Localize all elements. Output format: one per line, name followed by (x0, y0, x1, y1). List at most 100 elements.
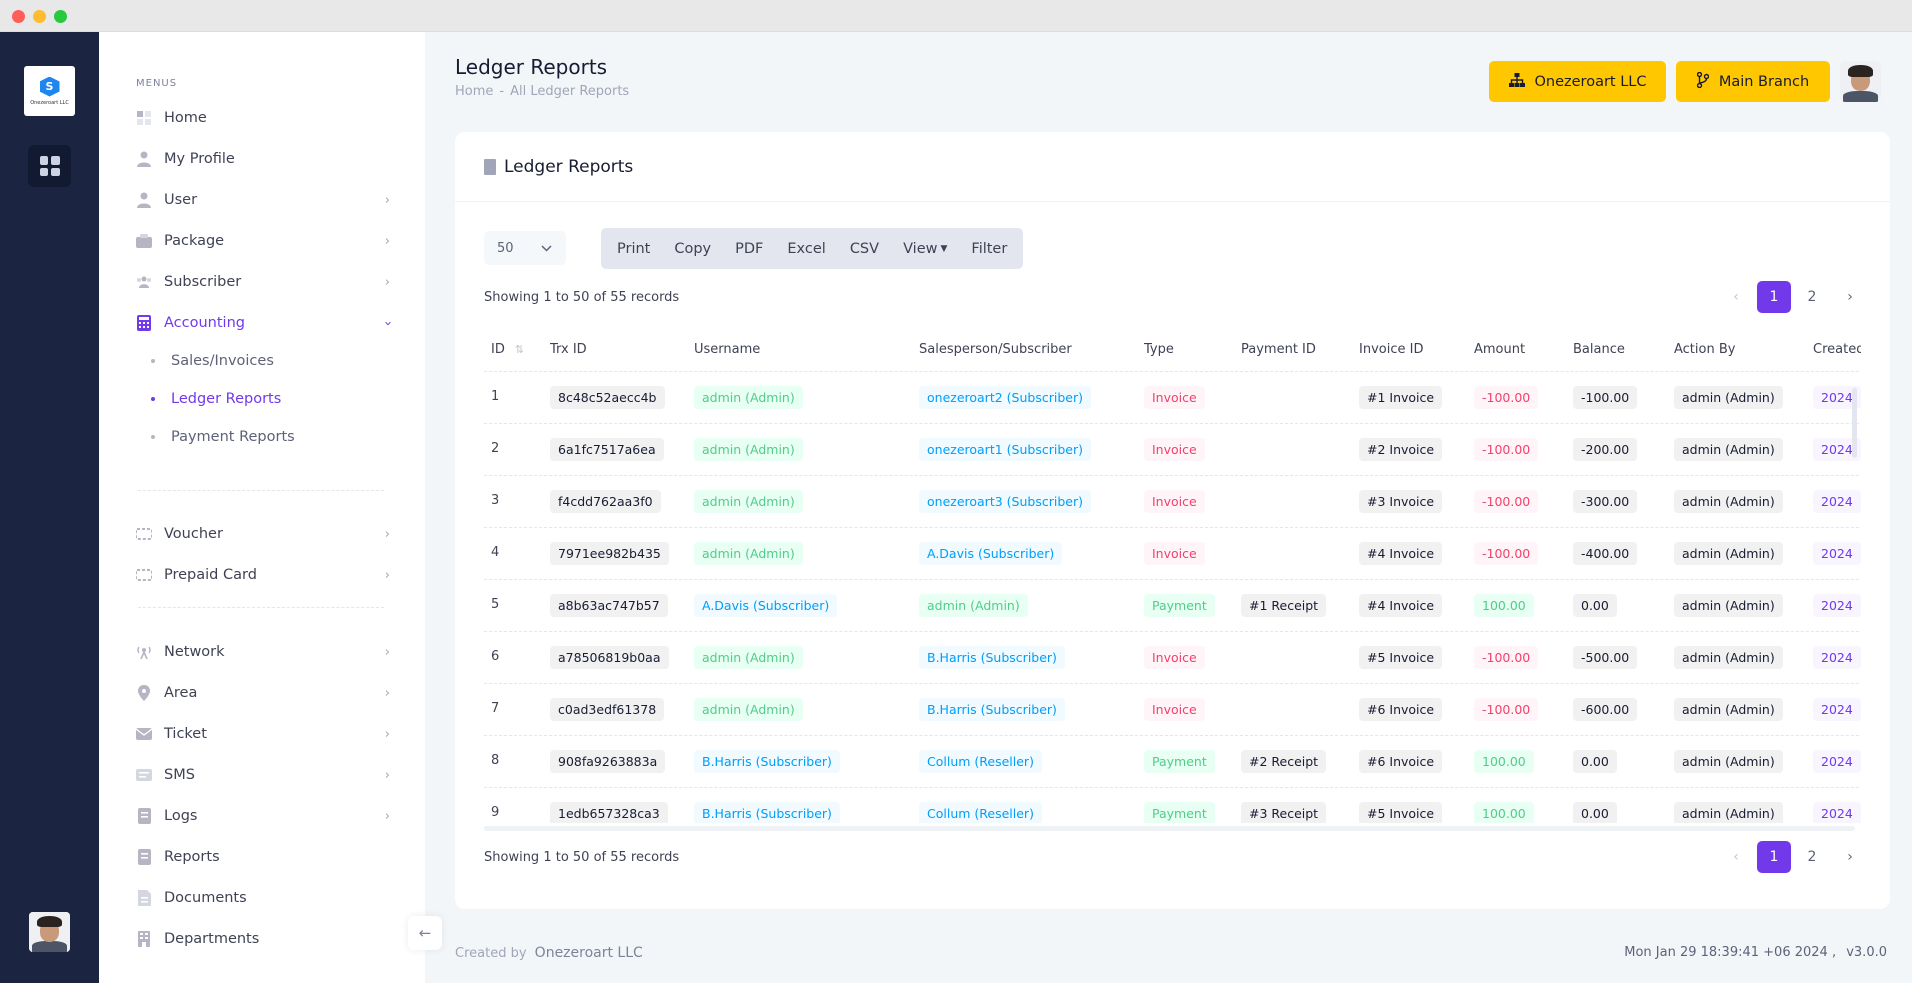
column-header-id[interactable]: ID ⇅ (491, 342, 524, 357)
cell-invoice-id: #5 Invoice (1359, 802, 1443, 823)
pagination-prev-button[interactable]: ‹ (1719, 841, 1753, 873)
sidebar-item-my-profile[interactable]: My Profile (136, 147, 390, 171)
column-header-payment-id[interactable]: Payment ID (1241, 342, 1316, 357)
column-header-salesperson[interactable]: Salesperson/Subscriber (919, 342, 1072, 357)
records-info-bottom: Showing 1 to 50 of 55 records (484, 850, 680, 865)
csv-button[interactable]: CSV (838, 228, 891, 269)
sidebar-item-user[interactable]: User › (136, 188, 390, 212)
copy-button[interactable]: Copy (662, 228, 723, 269)
sort-icon: ⇅ (514, 343, 525, 356)
sidebar-item-label: My Profile (164, 151, 235, 167)
sidebar-item-prepaid-card[interactable]: Prepaid Card › (136, 563, 390, 587)
badge: 2024 (1813, 490, 1861, 513)
vertical-scrollbar[interactable] (1852, 388, 1857, 458)
card-header: Ledger Reports (455, 132, 1890, 202)
breadcrumb-home[interactable]: Home (455, 84, 493, 99)
user-avatar[interactable] (1840, 61, 1881, 102)
column-header-action-by[interactable]: Action By (1674, 342, 1735, 357)
window-maximize-button[interactable] (54, 10, 67, 23)
horizontal-scrollbar[interactable] (484, 826, 1855, 831)
pagination-next-button[interactable]: › (1833, 281, 1867, 313)
pagination-page-2[interactable]: 2 (1795, 841, 1829, 873)
column-header-username[interactable]: Username (694, 342, 760, 357)
column-header-amount[interactable]: Amount (1474, 342, 1525, 357)
column-header-invoice-id[interactable]: Invoice ID (1359, 342, 1423, 357)
badge: #3 Receipt (1241, 802, 1327, 823)
sidebar-item-network[interactable]: Network › (136, 640, 390, 664)
voucher-icon (136, 526, 152, 542)
sidebar-item-accounting[interactable]: Accounting › (136, 311, 395, 335)
brand-logo[interactable]: S Onezeroart LLC (24, 66, 75, 116)
aside-rail: S Onezeroart LLC (0, 32, 99, 983)
sidebar-item-label: Documents (164, 890, 247, 906)
pagination-page-1[interactable]: 1 (1757, 841, 1791, 873)
column-header-balance[interactable]: Balance (1573, 342, 1625, 357)
badge: #2 Receipt (1241, 750, 1327, 773)
badge: Invoice (1144, 698, 1205, 721)
badge: 2024 (1813, 750, 1861, 773)
pagination-page-1[interactable]: 1 (1757, 281, 1791, 313)
apps-button[interactable] (28, 145, 71, 187)
chevron-down-icon (541, 242, 552, 255)
view-dropdown-button[interactable]: View ▼ (891, 228, 959, 269)
excel-button[interactable]: Excel (775, 228, 837, 269)
sidebar-item-sms[interactable]: SMS › (136, 763, 390, 787)
footer-org-link[interactable]: Onezeroart LLC (535, 945, 643, 961)
sidebar-collapse-button[interactable]: ← (408, 916, 442, 950)
badge: admin (Admin) (694, 438, 803, 461)
sidebar-item-voucher[interactable]: Voucher › (136, 522, 390, 546)
cell-action-by: admin (Admin) (1674, 594, 1783, 617)
caret-down-icon: ▼ (940, 243, 948, 254)
badge: 908fa9263883a (550, 750, 666, 773)
cell-trx-id: a78506819b0aa (550, 646, 669, 669)
cell-salesperson: B.Harris (Subscriber) (919, 646, 1065, 669)
cell-trx-id: 6a1fc7517a6ea (550, 438, 664, 461)
branch-button[interactable]: Main Branch (1676, 61, 1830, 102)
pdf-button[interactable]: PDF (723, 228, 775, 269)
print-button[interactable]: Print (605, 228, 662, 269)
sidebar-item-area[interactable]: Area › (136, 681, 390, 705)
sidebar-item-subscriber[interactable]: Subscriber › (136, 270, 390, 294)
sidebar-item-logs[interactable]: Logs › (136, 804, 390, 828)
filter-button[interactable]: Filter (959, 228, 1019, 269)
cell-username: admin (Admin) (694, 490, 803, 513)
sidebar-item-home[interactable]: Home (136, 106, 390, 130)
column-header-type[interactable]: Type (1144, 342, 1174, 357)
sidebar-item-package[interactable]: Package › (136, 229, 390, 253)
badge: 7971ee982b435 (550, 542, 669, 565)
cell-created: 2024 (1813, 750, 1861, 773)
cell-payment-id: #1 Receipt (1241, 594, 1327, 617)
cell-created: 2024 (1813, 802, 1861, 823)
footer-credit: Created by Onezeroart LLC (455, 945, 643, 961)
sidebar-item-label: Voucher (164, 526, 223, 542)
badge: admin (Admin) (1674, 750, 1783, 773)
sidebar-subitem-label: Sales/Invoices (171, 353, 274, 369)
column-header-trx-id[interactable]: Trx ID (550, 342, 587, 357)
window-minimize-button[interactable] (33, 10, 46, 23)
cell-action-by: admin (Admin) (1674, 646, 1783, 669)
cell-id: 2 (491, 441, 500, 456)
badge: Payment (1144, 750, 1215, 773)
badge: -400.00 (1573, 542, 1638, 565)
ledger-table: ID ⇅ Trx ID Username Salesperson/Subscrib… (484, 328, 1861, 823)
sidebar-subitem-payment-reports[interactable]: Payment Reports (151, 426, 295, 448)
home-icon (136, 110, 152, 126)
badge: 2024 (1813, 802, 1861, 823)
sidebar-item-ticket[interactable]: Ticket › (136, 722, 390, 746)
export-button-group: Print Copy PDF Excel CSV View ▼ Filter (601, 228, 1024, 269)
rail-user-avatar[interactable] (29, 912, 70, 952)
column-header-created[interactable]: Created (1813, 342, 1861, 357)
sidebar-item-documents[interactable]: Documents (136, 886, 390, 910)
sidebar-subitem-sales-invoices[interactable]: Sales/Invoices (151, 350, 274, 372)
departments-icon (136, 931, 152, 947)
organization-button[interactable]: Onezeroart LLC (1489, 61, 1666, 102)
pagination-page-2[interactable]: 2 (1795, 281, 1829, 313)
sidebar-subitem-ledger-reports[interactable]: Ledger Reports (151, 388, 281, 410)
page-length-select[interactable]: 50 (484, 231, 566, 265)
sidebar-item-departments[interactable]: Departments (136, 927, 390, 951)
sidebar-item-reports[interactable]: Reports (136, 845, 390, 869)
window-close-button[interactable] (12, 10, 25, 23)
pagination-prev-button[interactable]: ‹ (1719, 281, 1753, 313)
pagination-next-button[interactable]: › (1833, 841, 1867, 873)
cell-balance: 0.00 (1573, 802, 1617, 823)
